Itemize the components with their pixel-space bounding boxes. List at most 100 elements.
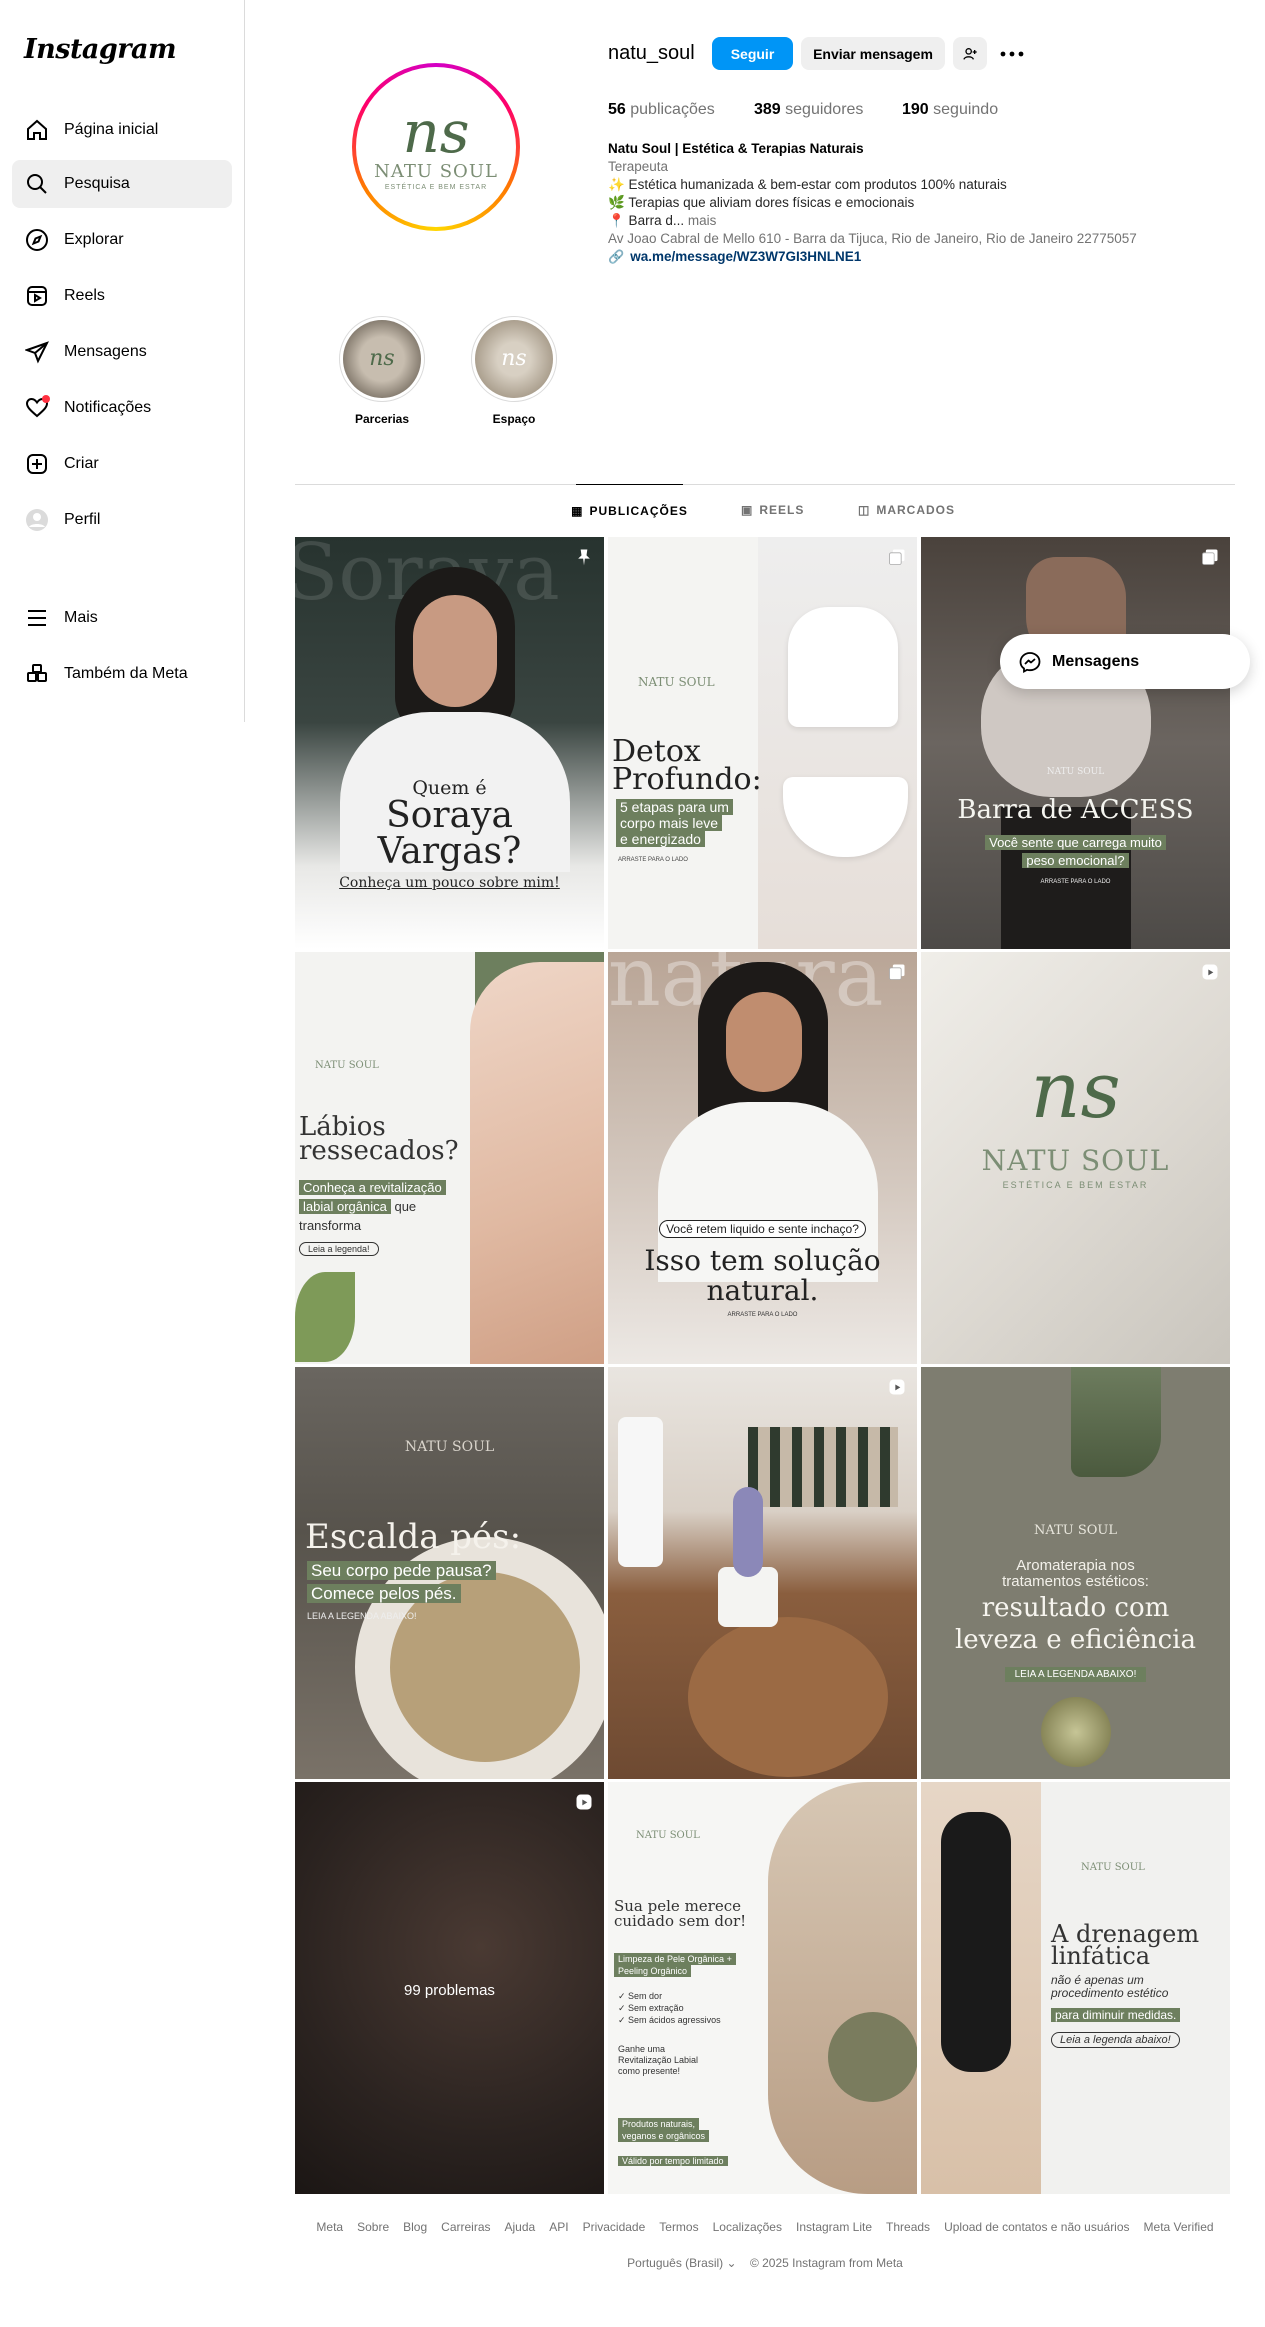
add-user-icon xyxy=(963,47,977,60)
post-subtitle: ESTÉTICA E BEM ESTAR xyxy=(1002,1180,1149,1190)
reel-icon xyxy=(889,1379,905,1395)
post-caption: Isso tem solução xyxy=(644,1244,881,1277)
post-tile[interactable]: 99 problemas xyxy=(295,1782,604,2194)
post-caption: Conheça um pouco sobre mim! xyxy=(339,875,560,891)
post-caption: Revitalização Labial xyxy=(618,2055,699,2065)
language-selector[interactable]: Português (Brasil) ⌄ xyxy=(627,2256,736,2270)
following-count[interactable]: 190 seguindo xyxy=(902,101,998,119)
avatar-brand: NATU SOUL xyxy=(374,161,498,182)
post-tile[interactable] xyxy=(608,1367,917,1779)
post-caption: Você retem liquido e sente inchaço? xyxy=(659,1220,866,1238)
footer-link[interactable]: Sobre xyxy=(357,2220,389,2234)
pin-icon xyxy=(578,549,590,566)
leaf-shape xyxy=(295,1272,355,1362)
post-tile[interactable]: NATU SOUL Aromaterapia nos tratamentos e… xyxy=(921,1367,1230,1779)
post-caption: Leia a legenda abaixo! xyxy=(1051,2032,1180,2048)
profile-bio: Natu Soul | Estética & Terapias Naturais… xyxy=(608,140,1168,266)
carousel-icon xyxy=(889,549,905,565)
profile-avatar[interactable]: ns NATU SOUL ESTÉTICA E BEM ESTAR xyxy=(352,63,520,231)
profile-link[interactable]: wa.me/message/WZ3W7GI3HNLNE1 xyxy=(630,248,861,266)
highlight-label: Parcerias xyxy=(354,412,410,426)
footer-link[interactable]: Ajuda xyxy=(505,2220,536,2234)
post-caption: Barra de ACCESS xyxy=(957,795,1194,825)
follow-button[interactable]: Seguir xyxy=(712,37,793,70)
bio-more-link[interactable]: mais xyxy=(688,213,717,228)
post-caption: ressecados? xyxy=(299,1136,459,1166)
instagram-logo[interactable]: Instagram xyxy=(24,34,177,65)
send-message-button[interactable]: Enviar mensagem xyxy=(801,37,945,70)
post-tile[interactable]: NATU SOUL Barra de ACCESS Você sente que… xyxy=(921,537,1230,949)
post-brand: NATU SOUL xyxy=(1081,1862,1145,1873)
footer-link[interactable]: Instagram Lite xyxy=(796,2220,872,2234)
nav-notifications[interactable]: Notificações xyxy=(12,384,232,432)
tab-posts[interactable]: ▦ PUBLICAÇÕES xyxy=(571,484,687,536)
footer-link[interactable]: Termos xyxy=(659,2220,698,2234)
post-brand: NATU SOUL xyxy=(1046,767,1105,777)
nav-also-from-meta[interactable]: Também da Meta xyxy=(12,650,232,698)
nav-reels[interactable]: Reels xyxy=(12,272,232,320)
post-caption-wrap: Você retem liquido e sente inchaço? xyxy=(608,1220,917,1238)
nav-create[interactable]: Criar xyxy=(12,440,232,488)
highlight-espaco[interactable]: ns Espaço xyxy=(470,316,558,426)
footer-link[interactable]: Localizações xyxy=(713,2220,782,2234)
reels-icon xyxy=(24,283,50,309)
tab-tagged[interactable]: ◫ MARCADOS xyxy=(858,484,955,536)
language-label: Português (Brasil) xyxy=(627,2256,724,2270)
post-tile[interactable]: ns NATU SOUL ESTÉTICA E BEM ESTAR xyxy=(921,952,1230,1364)
footer-link[interactable]: Upload de contatos e não usuários xyxy=(944,2220,1129,2234)
post-tile[interactable]: Soraya Quem é Soraya Vargas? Conheça um … xyxy=(295,537,604,949)
post-tile[interactable]: NATU SOUL Detox Profundo: 5 etapas para … xyxy=(608,537,917,949)
post-tile[interactable]: NATU SOUL Sua pele merece cuidado sem do… xyxy=(608,1782,917,2194)
heart-icon xyxy=(24,395,50,421)
profile-address: Av Joao Cabral de Mello 610 - Barra da T… xyxy=(608,231,1137,246)
nav-profile[interactable]: Perfil xyxy=(12,496,232,544)
more-options-button[interactable] xyxy=(995,37,1029,70)
post-tile[interactable]: NATU SOUL A drenagem linfática não é ape… xyxy=(921,1782,1230,2194)
profile-name: Natu Soul | Estética & Terapias Naturais xyxy=(608,141,864,156)
avatar-subtitle: ESTÉTICA E BEM ESTAR xyxy=(384,184,488,191)
profile-category: Terapeuta xyxy=(608,159,669,174)
copyright: © 2025 Instagram from Meta xyxy=(749,2256,903,2270)
suggest-users-button[interactable] xyxy=(953,37,987,70)
followers-count[interactable]: 389 seguidores xyxy=(754,101,863,119)
highlight-cover: ns xyxy=(343,320,421,398)
nav-messages[interactable]: Mensagens xyxy=(12,328,232,376)
nav-search[interactable]: Pesquisa xyxy=(12,160,232,208)
compass-icon xyxy=(24,227,50,253)
body-top xyxy=(788,607,898,727)
nav-label: Também da Meta xyxy=(64,665,188,682)
tagged-icon: ◫ xyxy=(858,503,871,517)
post-gift: Ganhe uma Revitalização Labial como pres… xyxy=(618,2044,698,2077)
nav-label: Notificações xyxy=(64,399,152,416)
footer-link[interactable]: Meta xyxy=(316,2220,343,2234)
nav-more[interactable]: Mais xyxy=(12,594,232,642)
carousel-icon xyxy=(889,964,905,980)
post-tile[interactable]: NATU SOUL Escalda pés: Seu corpo pede pa… xyxy=(295,1367,604,1779)
post-caption: transforma xyxy=(299,1218,362,1233)
post-caption: ARRASTE PARA O LADO xyxy=(1040,879,1111,885)
footer-link[interactable]: API xyxy=(549,2220,568,2234)
post-caption: 5 etapas para um xyxy=(616,799,733,815)
post-tile[interactable]: NATU SOUL Lábios ressecados? Conheça a r… xyxy=(295,952,604,1364)
nav-explore[interactable]: Explorar xyxy=(12,216,232,264)
post-tile[interactable]: natura Você retem liquido e sente inchaç… xyxy=(608,952,917,1364)
footer-link[interactable]: Carreiras xyxy=(441,2220,490,2234)
tab-reels[interactable]: ▣ REELS xyxy=(741,484,804,536)
oil-pour-shape xyxy=(1071,1367,1161,1477)
footer-link[interactable]: Privacidade xyxy=(583,2220,646,2234)
footer-link[interactable]: Meta Verified xyxy=(1144,2220,1214,2234)
post-caption: Peeling Orgânico xyxy=(614,1965,692,1977)
post-caption: Leia a legenda! xyxy=(299,1242,379,1256)
following-label: seguindo xyxy=(933,101,999,118)
bio-line: 📍 Barra d... xyxy=(608,213,685,228)
post-brand: NATU SOUL xyxy=(636,1830,700,1841)
chair-shape xyxy=(1001,807,1131,949)
highlight-parcerias[interactable]: ns Parcerias xyxy=(338,316,426,426)
post-caption: que xyxy=(394,1199,417,1214)
messages-float-button[interactable]: Mensagens xyxy=(1000,634,1250,689)
nav-home[interactable]: Página inicial xyxy=(12,106,232,154)
followers-label: seguidores xyxy=(785,101,864,118)
footer-link[interactable]: Threads xyxy=(886,2220,930,2234)
footer-link[interactable]: Blog xyxy=(403,2220,427,2234)
nav-label: Explorar xyxy=(64,231,124,248)
